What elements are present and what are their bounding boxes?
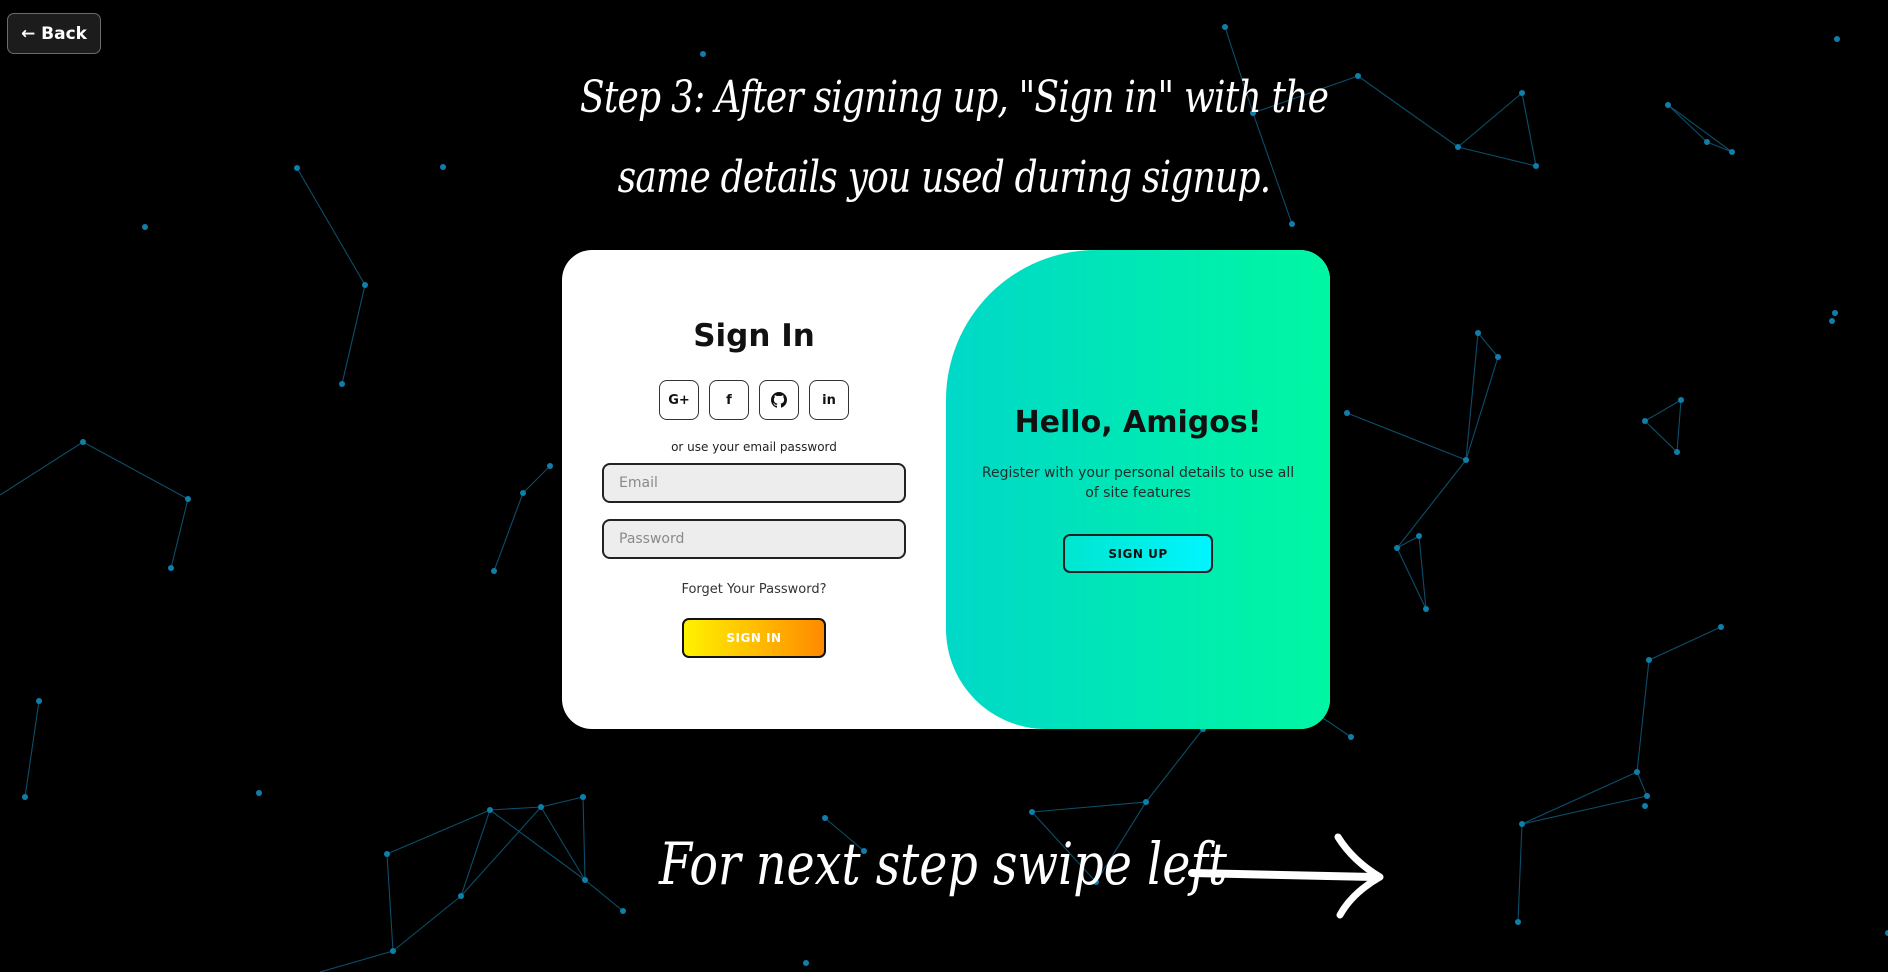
sign-up-button[interactable]: SIGN UP [1063, 534, 1213, 573]
sign-in-button[interactable]: SIGN IN [682, 618, 826, 658]
auth-card: Sign In G+ f in or use your email passwo… [562, 250, 1330, 729]
facebook-label: f [726, 392, 732, 408]
social-login-row: G+ f in [659, 380, 849, 420]
welcome-title: Hello, Amigos! [1014, 405, 1262, 440]
password-field[interactable] [602, 519, 906, 559]
signin-panel: Sign In G+ f in or use your email passwo… [562, 250, 946, 729]
forgot-password-link[interactable]: Forget Your Password? [562, 582, 946, 597]
linkedin-icon[interactable]: in [809, 380, 849, 420]
instruction-heading: Step 3: After signing up, "Sign in" with… [579, 58, 1329, 218]
github-glyph [771, 392, 787, 408]
google-plus-icon[interactable]: G+ [659, 380, 699, 420]
email-field[interactable] [602, 463, 906, 503]
facebook-icon[interactable]: f [709, 380, 749, 420]
back-button[interactable]: ← Back [7, 13, 101, 54]
welcome-panel: Hello, Amigos! Register with your person… [946, 250, 1330, 729]
google-plus-label: G+ [668, 392, 690, 408]
linkedin-label: in [822, 392, 836, 408]
swipe-instruction: For next step swipe left [659, 830, 1228, 898]
signin-title: Sign In [693, 318, 815, 354]
welcome-text: Register with your personal details to u… [981, 465, 1295, 501]
github-icon[interactable] [759, 380, 799, 420]
instruction-line-2: same details you used during signup. [617, 152, 1271, 203]
email-hint: or use your email password [671, 440, 837, 454]
arrow-right-icon [1188, 833, 1384, 919]
instruction-line-1: Step 3: After signing up, "Sign in" with… [579, 72, 1329, 123]
